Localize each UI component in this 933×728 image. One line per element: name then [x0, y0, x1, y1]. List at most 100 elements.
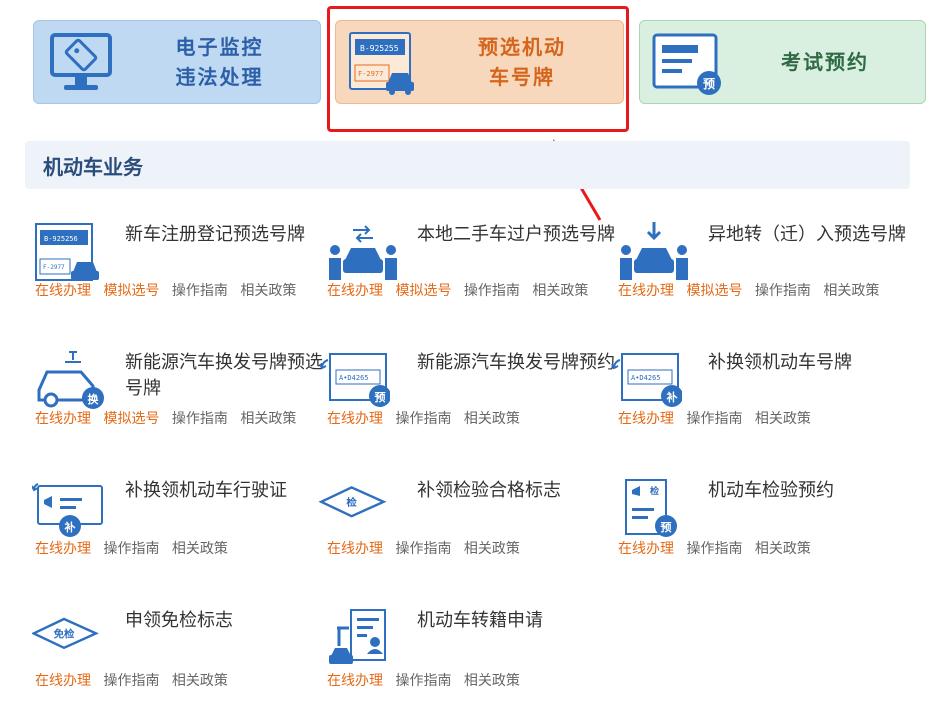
policy-link[interactable]: 相关政策 [755, 411, 811, 427]
service-ev-plate-preselect: 换 新能源汽车换发号牌预选号牌 在线办理 模拟选号 操作指南 相关政策 [35, 350, 325, 470]
svg-text:F-2977: F-2977 [43, 264, 65, 271]
online-handle-link[interactable]: 在线办理 [35, 673, 91, 689]
guide-link[interactable]: 操作指南 [395, 411, 451, 427]
svg-text:A•D4265: A•D4265 [631, 374, 661, 382]
service-local-transfer-plate: 本地二手车过户预选号牌 在线办理 模拟选号 操作指南 相关政策 [327, 222, 617, 342]
guide-link[interactable]: 操作指南 [755, 283, 811, 299]
svg-text:补: 补 [666, 390, 678, 404]
car-transfer-in-icon [620, 222, 688, 280]
online-handle-link[interactable]: 在线办理 [327, 541, 383, 557]
service-links: 在线办理 操作指南 相关政策 [618, 408, 903, 430]
service-title: 本地二手车过户预选号牌 [417, 224, 615, 245]
guide-link[interactable]: 操作指南 [172, 283, 228, 299]
svg-text:A•D4265: A•D4265 [339, 374, 369, 382]
service-title: 补换领机动车号牌 [708, 352, 852, 373]
plate-reserve-icon: A•D4265 预 [319, 353, 390, 407]
policy-link[interactable]: 相关政策 [755, 541, 811, 557]
exam-appointment-label: 考试预约 [781, 50, 869, 74]
policy-link[interactable]: 相关政策 [464, 411, 520, 427]
guide-link[interactable]: 操作指南 [395, 673, 451, 689]
plate-replace-icon: A•D4265 补 [611, 353, 682, 407]
service-title: 申领免检标志 [125, 610, 233, 631]
policy-link[interactable]: 相关政策 [172, 541, 228, 557]
policy-link[interactable]: 相关政策 [172, 673, 228, 689]
simulate-select-link[interactable]: 模拟选号 [103, 283, 159, 299]
service-ev-plate-reserve: A•D4265 预 新能源汽车换发号牌预约 在线办理 操作指南 相关政策 [318, 350, 615, 470]
policy-link[interactable]: 相关政策 [464, 673, 520, 689]
online-handle-link[interactable]: 在线办理 [35, 411, 91, 427]
ev-car-icon: 换 [37, 351, 104, 409]
transfer-registry-icon [329, 609, 386, 664]
svg-text:预: 预 [703, 77, 715, 91]
online-handle-link[interactable]: 在线办理 [327, 283, 383, 299]
svg-text:换: 换 [88, 392, 100, 406]
policy-link[interactable]: 相关政策 [464, 541, 520, 557]
service-title: 补换领机动车行驶证 [125, 480, 287, 501]
policy-link[interactable]: 相关政策 [240, 283, 296, 299]
service-title: 异地转（迁）入预选号牌 [708, 224, 906, 245]
service-links: 在线办理 操作指南 相关政策 [618, 538, 903, 560]
service-title: 补领检验合格标志 [417, 480, 561, 501]
plate-car-icon: B-925256 F-2977 [35, 223, 99, 281]
electronic-monitoring-label: 电子监控 违法处理 [175, 35, 264, 89]
service-links: 在线办理 模拟选号 操作指南 相关政策 [618, 280, 903, 302]
service-links: 在线办理 操作指南 相关政策 [327, 538, 612, 560]
simulate-select-link[interactable]: 模拟选号 [395, 283, 451, 299]
service-title: 机动车转籍申请 [417, 610, 543, 631]
guide-link[interactable]: 操作指南 [686, 411, 742, 427]
svg-text:预: 预 [661, 520, 672, 534]
policy-link[interactable]: 相关政策 [240, 411, 296, 427]
simulate-select-link[interactable]: 模拟选号 [686, 283, 742, 299]
service-exempt-mark: 免检 申领免检标志 在线办理 操作指南 相关政策 [32, 608, 322, 728]
service-inspection-mark: 检 补领检验合格标志 在线办理 操作指南 相关政策 [318, 478, 608, 598]
svg-text:检: 检 [650, 485, 659, 497]
service-replace-license: 补 补换领机动车行驶证 在线办理 操作指南 相关政策 [32, 478, 322, 598]
online-handle-link[interactable]: 在线办理 [327, 411, 383, 427]
guide-link[interactable]: 操作指南 [172, 411, 228, 427]
service-links: 在线办理 操作指南 相关政策 [35, 670, 320, 692]
online-handle-link[interactable]: 在线办理 [618, 283, 674, 299]
svg-text:B-925256: B-925256 [44, 235, 78, 243]
exempt-diamond-icon: 免检 [32, 617, 99, 650]
service-title: 新车注册登记预选号牌 [125, 224, 305, 245]
service-links: 在线办理 操作指南 相关政策 [327, 408, 612, 430]
service-links: 在线办理 操作指南 相关政策 [327, 670, 612, 692]
service-new-car-plate: B-925256 F-2977 新车注册登记预选号牌 在线办理 模拟选号 操作指… [35, 222, 325, 342]
online-handle-link[interactable]: 在线办理 [35, 541, 91, 557]
section-title: 机动车业务 [25, 141, 910, 189]
monitor-tag-icon [50, 33, 112, 90]
highlight-box [327, 6, 629, 132]
online-handle-link[interactable]: 在线办理 [618, 541, 674, 557]
service-transfer-registry: 机动车转籍申请 在线办理 操作指南 相关政策 [327, 608, 617, 728]
svg-text:免检: 免检 [54, 627, 75, 640]
service-links: 在线办理 模拟选号 操作指南 相关政策 [35, 280, 320, 302]
policy-link[interactable]: 相关政策 [823, 283, 879, 299]
online-handle-link[interactable]: 在线办理 [618, 411, 674, 427]
online-handle-link[interactable]: 在线办理 [35, 283, 91, 299]
service-replace-plate: A•D4265 补 补换领机动车号牌 在线办理 操作指南 相关政策 [610, 350, 900, 470]
service-title: 新能源汽车换发号牌预选号牌 [125, 352, 323, 399]
service-transfer-in-plate: 异地转（迁）入预选号牌 在线办理 模拟选号 操作指南 相关政策 [618, 222, 908, 342]
guide-link[interactable]: 操作指南 [103, 541, 159, 557]
electronic-monitoring-card[interactable]: 电子监控 违法处理 [33, 20, 321, 104]
service-title: 机动车检验预约 [708, 480, 834, 501]
svg-text:检: 检 [346, 496, 357, 509]
exam-card-icon: 预 [652, 33, 721, 95]
license-card-icon: 补 [32, 483, 103, 537]
online-handle-link[interactable]: 在线办理 [327, 673, 383, 689]
simulate-select-link[interactable]: 模拟选号 [103, 411, 159, 427]
service-title: 新能源汽车换发号牌预约 [417, 352, 615, 373]
guide-link[interactable]: 操作指南 [686, 541, 742, 557]
policy-link[interactable]: 相关政策 [532, 283, 588, 299]
service-links: 在线办理 模拟选号 操作指南 相关政策 [35, 408, 320, 430]
inspection-doc-icon: 检 预 [625, 479, 677, 537]
svg-text:补: 补 [64, 520, 76, 534]
guide-link[interactable]: 操作指南 [103, 673, 159, 689]
guide-link[interactable]: 操作指南 [395, 541, 451, 557]
service-inspection-appointment: 检 预 机动车检验预约 在线办理 操作指南 相关政策 [618, 478, 908, 598]
exam-appointment-card[interactable]: 预 考试预约 [639, 20, 926, 104]
inspection-diamond-icon: 检 [318, 486, 387, 518]
guide-link[interactable]: 操作指南 [464, 283, 520, 299]
service-links: 在线办理 模拟选号 操作指南 相关政策 [327, 280, 612, 302]
svg-text:预: 预 [375, 390, 386, 404]
